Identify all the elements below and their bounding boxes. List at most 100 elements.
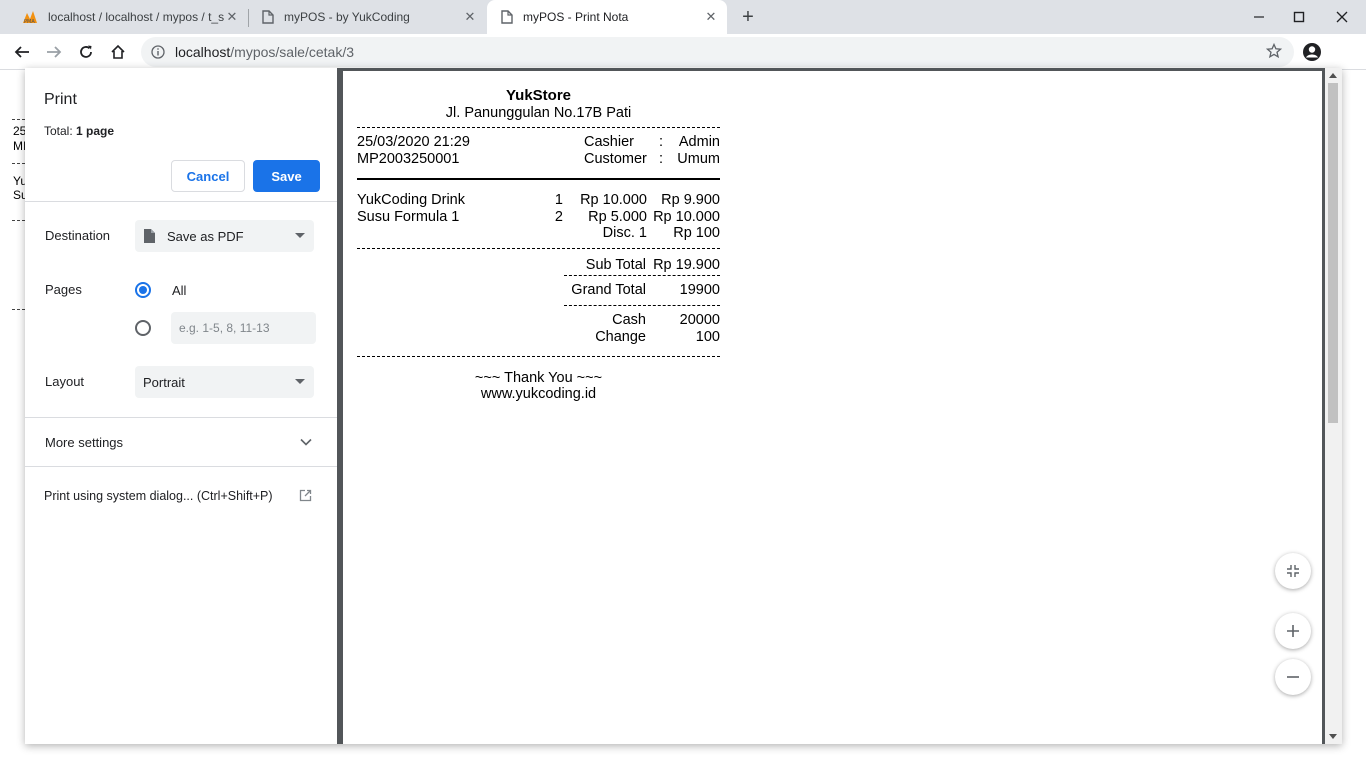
receipt-footer: ~~~ Thank You ~~~ www.yukcoding.id: [357, 370, 720, 403]
preview-scrollbar[interactable]: [1325, 68, 1342, 744]
close-icon[interactable]: ✕: [224, 9, 240, 25]
fit-to-page-icon: [1287, 565, 1299, 577]
tab-title: myPOS - Print Nota: [523, 10, 629, 24]
address-bar[interactable]: localhost/mypos/sale/cetak/3: [141, 37, 1294, 67]
maximize-icon[interactable]: [1289, 8, 1309, 26]
divider: [357, 247, 720, 249]
cancel-button[interactable]: Cancel: [171, 160, 245, 192]
new-tab-button[interactable]: +: [738, 7, 758, 28]
pages-custom-radio[interactable]: [135, 320, 151, 336]
receipt-meta-row: 25/03/2020 21:29 Cashier : Admin: [357, 134, 720, 151]
page-icon: [262, 10, 274, 24]
destination-value: Save as PDF: [167, 228, 244, 244]
subtotal-row: Sub Total Rp 19.900: [357, 257, 720, 274]
destination-label: Destination: [45, 228, 111, 243]
divider: [357, 127, 720, 128]
info-icon[interactable]: [151, 45, 165, 59]
system-dialog-link[interactable]: Print using system dialog... (Ctrl+Shift…: [44, 489, 273, 503]
reload-icon[interactable]: [74, 40, 98, 64]
print-preview: YukStore Jl. Panunggulan No.17B Pati 25/…: [337, 68, 1342, 744]
subtotal-value: Rp 19.900: [653, 256, 720, 273]
scroll-up-icon[interactable]: [1329, 73, 1337, 78]
save-button[interactable]: Save: [253, 160, 320, 192]
discount-label: Disc. 1: [602, 225, 647, 241]
divider: [357, 355, 720, 357]
page-icon: [501, 10, 513, 24]
divider: [12, 119, 25, 120]
divider: [12, 163, 25, 164]
sale-date: 25/03/2020 21:29: [357, 134, 470, 150]
change-row: Change 100: [357, 329, 720, 346]
website-text: www.yukcoding.id: [480, 386, 597, 402]
line-item: YukCoding Drink 1 Rp 10.000 Rp 9.900: [357, 192, 720, 209]
tab-print-nota[interactable]: myPOS - Print Nota ✕: [487, 0, 727, 34]
change-label: Change: [595, 328, 646, 345]
scroll-thumb[interactable]: [1328, 83, 1338, 423]
dropdown-caret-icon: [295, 379, 305, 384]
plus-icon: [1287, 625, 1299, 637]
window-close-icon[interactable]: [1332, 8, 1352, 26]
item-price: Rp 5.000: [588, 208, 647, 225]
bookmark-star-icon[interactable]: [1266, 43, 1282, 59]
total-label: Total:: [44, 124, 73, 138]
separator-colon: :: [658, 134, 664, 150]
url-host: localhost: [175, 44, 231, 60]
dropdown-caret-icon: [295, 233, 305, 238]
svg-text:PMA: PMA: [24, 19, 35, 24]
fit-to-page-button[interactable]: [1275, 553, 1311, 589]
pages-custom-input[interactable]: e.g. 1-5, 8, 11-13: [171, 312, 316, 344]
print-title: Print: [44, 91, 77, 108]
scroll-down-icon[interactable]: [1329, 734, 1337, 739]
tab-strip: PMA localhost / localhost / mypos / t_s …: [0, 0, 1366, 34]
profile-icon[interactable]: [1300, 40, 1324, 64]
divider: [25, 417, 337, 418]
layout-select[interactable]: Portrait: [135, 366, 314, 398]
back-icon[interactable]: [10, 40, 34, 64]
pages-all-label: All: [172, 283, 187, 298]
thanks-text: ~~~ Thank You ~~~: [474, 369, 603, 386]
zoom-in-button[interactable]: [1275, 613, 1311, 649]
customer-label: Customer: [584, 151, 647, 167]
cash-value: 20000: [679, 311, 720, 328]
more-settings-toggle[interactable]: More settings: [45, 435, 123, 450]
item-qty: 2: [554, 208, 563, 225]
close-icon[interactable]: ✕: [462, 9, 478, 25]
divider: [564, 304, 720, 306]
invoice-number: MP2003250001: [357, 151, 460, 167]
tab-title: localhost / localhost / mypos / t_s: [48, 10, 224, 24]
grand-total-row: Grand Total 19900: [357, 282, 720, 299]
divider: [357, 178, 720, 180]
browser-toolbar: localhost/mypos/sale/cetak/3: [0, 34, 1366, 70]
close-icon[interactable]: ✕: [703, 9, 719, 25]
item-total: Rp 10.000: [653, 208, 720, 225]
preview-page: YukStore Jl. Panunggulan No.17B Pati 25/…: [343, 71, 1322, 744]
grand-total-label: Grand Total: [571, 281, 646, 298]
pages-label: Pages: [45, 282, 82, 297]
customer-value: Umum: [677, 151, 720, 167]
line-item: Susu Formula 1 2 Rp 5.000 Rp 10.000: [357, 209, 720, 226]
minimize-icon[interactable]: [1249, 8, 1269, 26]
item-total: Rp 9.900: [661, 192, 720, 208]
home-icon[interactable]: [106, 40, 130, 64]
item-price: Rp 10.000: [580, 192, 647, 208]
divider: [12, 220, 25, 221]
divider: [12, 309, 25, 310]
store-address: Jl. Panunggulan No.17B Pati: [445, 105, 632, 121]
item-name: Susu Formula 1: [357, 208, 460, 225]
total-value: 1 page: [76, 124, 115, 138]
chevron-down-icon[interactable]: [299, 435, 313, 449]
tab-phpmyadmin[interactable]: PMA localhost / localhost / mypos / t_s …: [8, 0, 248, 34]
destination-select[interactable]: Save as PDF: [135, 220, 314, 252]
store-name: YukStore: [505, 87, 572, 104]
tab-title: myPOS - by YukCoding: [284, 10, 410, 24]
forward-icon[interactable]: [42, 40, 66, 64]
divider: [25, 466, 337, 467]
discount-row: Disc. 1 Rp 100: [357, 225, 720, 242]
open-external-icon[interactable]: [299, 489, 312, 502]
tab-mypos[interactable]: myPOS - by YukCoding ✕: [248, 0, 486, 34]
divider: [564, 274, 720, 276]
zoom-out-button[interactable]: [1275, 659, 1311, 695]
layout-value: Portrait: [143, 374, 185, 390]
pages-all-radio[interactable]: [135, 282, 151, 298]
cashier-value: Admin: [678, 134, 720, 150]
